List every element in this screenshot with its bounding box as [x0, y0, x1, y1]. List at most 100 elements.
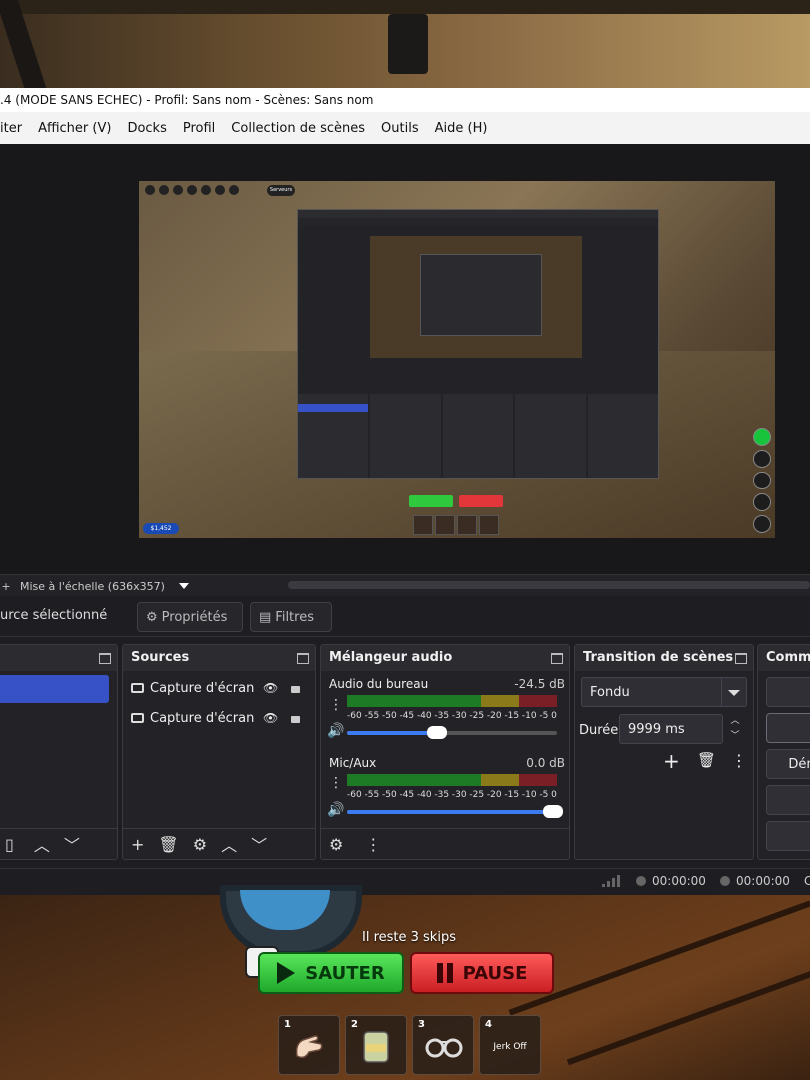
selected-source-label: urce sélectionné: [0, 608, 108, 623]
pause-label: PAUSE: [462, 962, 528, 984]
duration-input[interactable]: 9999 ms: [619, 714, 723, 744]
meter-tick: -15: [504, 711, 520, 721]
meter-tick: -35: [434, 711, 450, 721]
sauter-button[interactable]: SAUTER: [258, 952, 404, 994]
kebab-icon[interactable]: ⋮: [365, 835, 381, 854]
advanced-audio-gear-icon[interactable]: ⚙: [329, 835, 343, 854]
trash-icon[interactable]: 🗑: [697, 751, 716, 769]
meter-tick: -55: [364, 790, 380, 800]
meter-tick: -25: [469, 711, 485, 721]
source-item[interactable]: Capture d'écran 👁: [131, 677, 311, 699]
meter-tick: -45: [399, 711, 415, 721]
channel-name: Audio du bureau: [329, 677, 429, 691]
plank: [566, 970, 810, 1066]
popout-icon[interactable]: [99, 653, 111, 664]
sources-dock-footer: + 🗑 ⚙ ︿ ﹀: [123, 828, 315, 859]
chevron-down-icon[interactable]: ﹀: [251, 832, 267, 856]
signal-icon: [602, 875, 620, 887]
settings-button[interactable]: [766, 821, 810, 851]
volume-slider-mic[interactable]: [347, 805, 563, 818]
chevron-down-icon[interactable]: ﹀: [64, 832, 80, 856]
meter-tick: 0: [551, 790, 557, 800]
kebab-icon[interactable]: ⋮: [329, 775, 343, 791]
meter-tick: -55: [364, 711, 380, 721]
meter-tick: -40: [416, 711, 432, 721]
game-background-top: [0, 0, 810, 88]
filter-icon[interactable]: ▯: [5, 835, 14, 854]
duration-stepper[interactable]: ︿ ﹀: [725, 714, 745, 744]
meter-tick: -60: [347, 711, 362, 721]
start-streaming-button[interactable]: C: [766, 677, 810, 707]
preview-area: Serveurs $1,452: [0, 144, 810, 574]
eye-icon[interactable]: 👁: [263, 711, 278, 725]
menu-item-help[interactable]: Aide (H): [427, 121, 496, 136]
channel-db: 0.0 dB: [526, 756, 565, 770]
scenes-dock-header: [0, 645, 117, 671]
scale-label: Mise à l'échelle (636x357): [20, 579, 165, 593]
popout-icon[interactable]: [297, 653, 309, 664]
start-recording-button[interactable]: D: [766, 713, 810, 743]
menu-item-scene-collection[interactable]: Collection de scènes: [223, 121, 373, 136]
meter-tick: -20: [486, 711, 502, 721]
meter-tick: -15: [504, 790, 520, 800]
meter-tick: 0: [551, 711, 557, 721]
plus-icon[interactable]: +: [0, 580, 12, 593]
meter-tick: -10: [521, 790, 537, 800]
kebab-icon[interactable]: ⋮: [731, 751, 747, 770]
speaker-icon[interactable]: 🔊: [327, 723, 344, 739]
speaker-icon[interactable]: 🔊: [327, 802, 344, 818]
add-icon[interactable]: +: [131, 835, 144, 854]
menu-item-docks[interactable]: Docks: [119, 121, 174, 136]
hotbar-slot-4[interactable]: 4 Jerk Off: [479, 1015, 541, 1075]
filters-button[interactable]: ▤ Filtres: [250, 602, 332, 632]
scenes-dock-footer: ▯ ︿ ﹀: [0, 828, 117, 859]
status-trailing: C: [804, 874, 810, 888]
eye-icon[interactable]: 👁: [263, 681, 278, 695]
studio-mode-button[interactable]: [766, 785, 810, 815]
hotbar-slot-3[interactable]: 3: [412, 1015, 474, 1075]
lock-icon[interactable]: [291, 716, 300, 723]
transition-select[interactable]: Fondu: [581, 677, 747, 707]
source-item[interactable]: Capture d'écran 👁: [131, 707, 311, 729]
menu-item-tools[interactable]: Outils: [373, 121, 427, 136]
stream-status: 00:00:00: [636, 874, 706, 888]
popout-icon[interactable]: [551, 653, 563, 664]
gear-icon: ⚙: [146, 609, 158, 625]
gear-icon[interactable]: ⚙: [193, 835, 207, 854]
record-status: 00:00:00: [720, 874, 790, 888]
horizontal-scrollbar[interactable]: [288, 581, 810, 589]
chevron-up-icon[interactable]: ︿: [34, 832, 50, 856]
volume-slider-desktop[interactable]: [347, 726, 557, 739]
chevron-down-icon[interactable]: [178, 583, 189, 589]
add-transition-icon[interactable]: +: [663, 749, 680, 773]
meter-tick: -50: [381, 790, 397, 800]
popout-icon[interactable]: [735, 653, 747, 664]
meter-tick: -10: [521, 711, 537, 721]
chevron-up-icon[interactable]: ︿: [221, 832, 237, 856]
meter-tick: -45: [399, 790, 415, 800]
menu-item-view[interactable]: Afficher (V): [30, 121, 119, 136]
hotbar-slot-1[interactable]: 1: [278, 1015, 340, 1075]
monitor-icon: [131, 683, 144, 693]
trash-icon[interactable]: 🗑: [158, 835, 178, 854]
menu-item-profile[interactable]: Profil: [175, 121, 223, 136]
mixer-channel-desktop: Audio du bureau -24.5 dB: [329, 677, 565, 691]
status-bar: 00:00:00 00:00:00 C: [0, 868, 810, 893]
menu-item-edit[interactable]: iter: [0, 121, 30, 136]
meter-tick: -35: [434, 790, 450, 800]
virtual-camera-button[interactable]: Dém: [766, 749, 810, 779]
kebab-icon[interactable]: ⋮: [329, 697, 343, 713]
tips-jar-icon: [363, 1031, 389, 1063]
stream-icon: [636, 876, 646, 886]
pause-icon: [436, 963, 453, 983]
lock-icon[interactable]: [291, 686, 300, 693]
nested-obs-window: [297, 209, 659, 479]
properties-button[interactable]: ⚙ Propriétés: [137, 602, 243, 632]
transition-dock: Transition de scènes Fondu Durée 9999 ms…: [574, 644, 754, 860]
meter-tick: -40: [416, 790, 432, 800]
pause-button[interactable]: PAUSE: [410, 952, 554, 994]
hotbar-slot-2[interactable]: 2: [345, 1015, 407, 1075]
program-preview[interactable]: Serveurs $1,452: [139, 181, 775, 538]
selected-scene[interactable]: [0, 675, 109, 703]
context-bar: urce sélectionné ⚙ Propriétés ▤ Filtres: [0, 596, 810, 637]
